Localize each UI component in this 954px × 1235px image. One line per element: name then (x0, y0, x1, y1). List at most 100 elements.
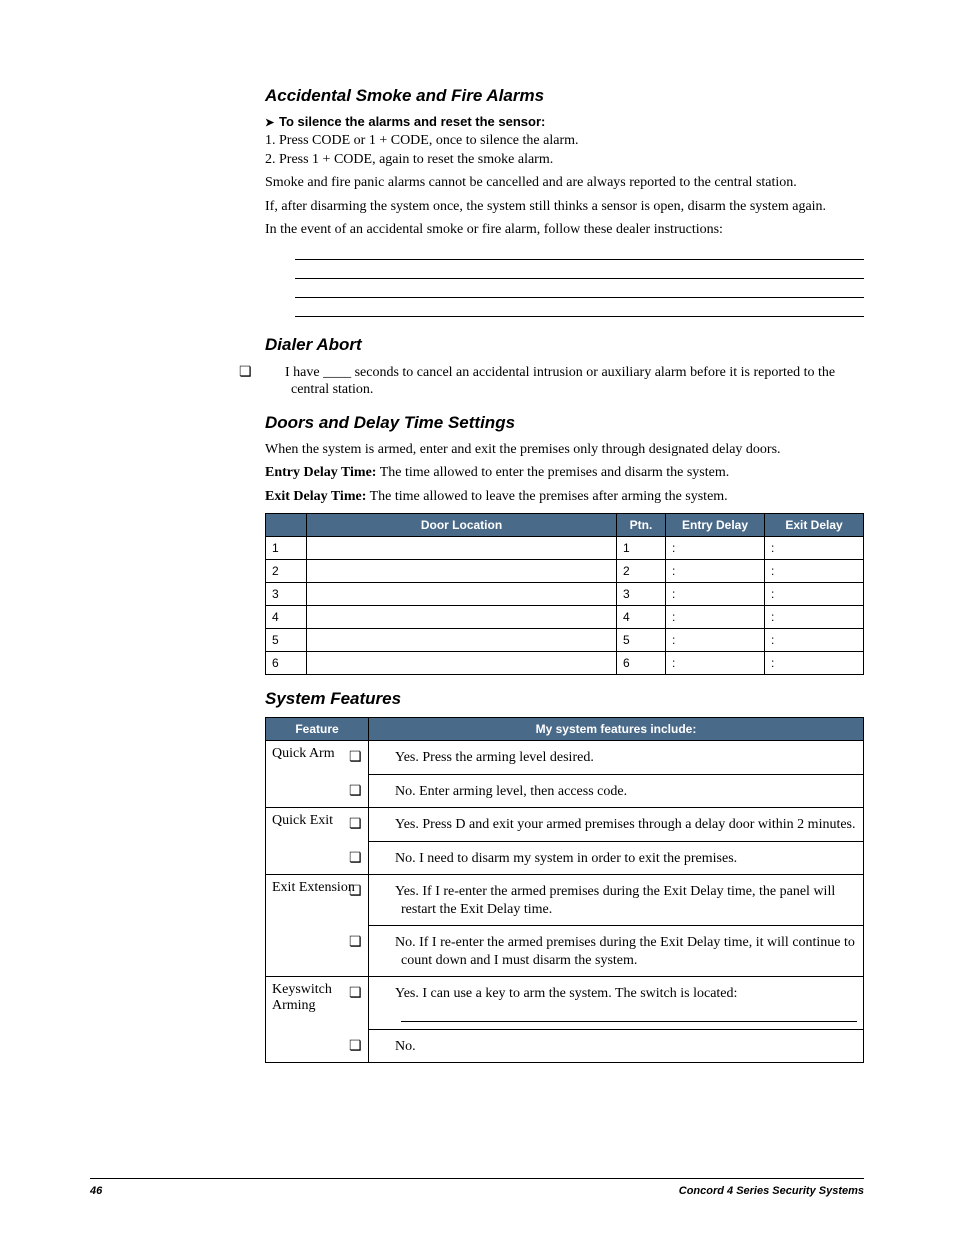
entry-delay-cell[interactable]: : (666, 537, 765, 560)
entry-delay-cell[interactable]: : (666, 560, 765, 583)
table-row: 3 3 : : (266, 583, 864, 606)
th-entry-delay: Entry Delay (666, 514, 765, 537)
exit-delay-text: The time allowed to leave the premises a… (366, 489, 727, 504)
para-dealer-instructions: In the event of an accidental smoke or f… (265, 221, 864, 239)
exit-delay-cell[interactable]: : (765, 652, 864, 675)
dialer-abort-text: I have ____ seconds to cancel an acciden… (285, 365, 835, 398)
footer-title: Concord 4 Series Security Systems (679, 1185, 864, 1197)
arrow-icon (265, 114, 279, 129)
table-row: 4 4 : : (266, 606, 864, 629)
th-door-location: Door Location (307, 514, 617, 537)
fill-line[interactable] (295, 283, 864, 298)
exit-delay-cell[interactable]: : (765, 629, 864, 652)
door-location-cell[interactable] (307, 629, 617, 652)
row-num: 2 (266, 560, 307, 583)
checkbox-icon[interactable]: ❏ (375, 984, 395, 1002)
option-text: Yes. If I re-enter the armed premises du… (395, 884, 835, 917)
page-footer: 46 Concord 4 Series Security Systems (90, 1178, 864, 1197)
door-location-cell[interactable] (307, 537, 617, 560)
para-entry-delay: Entry Delay Time: The time allowed to en… (265, 464, 864, 482)
subhead-text: To silence the alarms and reset the sens… (279, 114, 545, 129)
ptn-cell: 5 (617, 629, 666, 652)
exit-delay-cell[interactable]: : (765, 537, 864, 560)
feature-option: ❏Yes. Press the arming level desired. (369, 741, 864, 775)
ptn-cell: 4 (617, 606, 666, 629)
table-row: 5 5 : : (266, 629, 864, 652)
exit-delay-cell[interactable]: : (765, 606, 864, 629)
th-feature: Feature (266, 718, 369, 741)
table-row: 2 2 : : (266, 560, 864, 583)
checkbox-icon[interactable]: ❏ (375, 933, 395, 951)
door-location-cell[interactable] (307, 560, 617, 583)
door-location-cell[interactable] (307, 606, 617, 629)
para-doors-intro: When the system is armed, enter and exit… (265, 441, 864, 459)
option-text: Yes. I can use a key to arm the system. … (395, 986, 737, 1001)
option-text: Yes. Press the arming level desired. (395, 750, 594, 765)
fill-line[interactable] (295, 245, 864, 260)
table-row: Quick Exit ❏Yes. Press D and exit your a… (266, 808, 864, 842)
para-cannot-cancel: Smoke and fire panic alarms cannot be ca… (265, 174, 864, 192)
entry-delay-label: Entry Delay Time: (265, 465, 376, 480)
table-row: Keyswitch Arming ❏Yes. I can use a key t… (266, 977, 864, 1030)
subhead-silence: To silence the alarms and reset the sens… (265, 114, 864, 129)
row-num: 6 (266, 652, 307, 675)
feature-option: ❏No. I need to disarm my system in order… (369, 841, 864, 875)
option-text: No. Enter arming level, then access code… (395, 784, 627, 799)
table-row: Exit Extension ❏Yes. If I re-enter the a… (266, 875, 864, 926)
feature-option: ❏Yes. If I re-enter the armed premises d… (369, 875, 864, 926)
page-number: 46 (90, 1185, 102, 1197)
heading-dialer-abort: Dialer Abort (265, 335, 864, 355)
heading-doors: Doors and Delay Time Settings (265, 413, 864, 433)
door-location-cell[interactable] (307, 583, 617, 606)
feature-option: ❏No. (369, 1029, 864, 1063)
checkbox-icon[interactable]: ❏ (375, 815, 395, 833)
fill-line[interactable] (295, 302, 864, 317)
door-location-cell[interactable] (307, 652, 617, 675)
table-row: Quick Arm ❏Yes. Press the arming level d… (266, 741, 864, 775)
th-exit-delay: Exit Delay (765, 514, 864, 537)
para-disarm-again: If, after disarming the system once, the… (265, 198, 864, 216)
th-include: My system features include: (369, 718, 864, 741)
table-row: 6 6 : : (266, 652, 864, 675)
fill-line[interactable] (401, 1009, 857, 1022)
step-2: 2. Press 1 + CODE, again to reset the sm… (265, 152, 864, 168)
features-table: Feature My system features include: Quic… (265, 717, 864, 1063)
option-text: Yes. Press D and exit your armed premise… (395, 817, 856, 832)
checkbox-icon[interactable]: ❏ (375, 1037, 395, 1055)
dialer-abort-option: ❏I have ____ seconds to cancel an accide… (265, 363, 864, 399)
exit-delay-cell[interactable]: : (765, 583, 864, 606)
row-num: 3 (266, 583, 307, 606)
feature-option: ❏No. If I re-enter the armed premises du… (369, 926, 864, 977)
exit-delay-label: Exit Delay Time: (265, 489, 366, 504)
option-text: No. If I re-enter the armed premises dur… (395, 935, 855, 968)
heading-system-features: System Features (265, 689, 864, 709)
feature-option: ❏No. Enter arming level, then access cod… (369, 774, 864, 808)
row-num: 1 (266, 537, 307, 560)
table-row: 1 1 : : (266, 537, 864, 560)
ptn-cell: 1 (617, 537, 666, 560)
step-1: 1. Press CODE or 1 + CODE, once to silen… (265, 133, 864, 149)
fill-line[interactable] (295, 264, 864, 279)
checkbox-icon[interactable]: ❏ (375, 882, 395, 900)
th-ptn: Ptn. (617, 514, 666, 537)
option-text: No. I need to disarm my system in order … (395, 851, 737, 866)
checkbox-icon[interactable]: ❏ (375, 748, 395, 766)
th-blank (266, 514, 307, 537)
entry-delay-cell[interactable]: : (666, 629, 765, 652)
entry-delay-cell[interactable]: : (666, 652, 765, 675)
row-num: 4 (266, 606, 307, 629)
delay-table: Door Location Ptn. Entry Delay Exit Dela… (265, 513, 864, 675)
entry-delay-text: The time allowed to enter the premises a… (376, 465, 729, 480)
checkbox-icon[interactable]: ❏ (265, 363, 285, 381)
ptn-cell: 3 (617, 583, 666, 606)
feature-option: ❏Yes. I can use a key to arm the system.… (369, 977, 864, 1030)
entry-delay-cell[interactable]: : (666, 606, 765, 629)
heading-accidental: Accidental Smoke and Fire Alarms (265, 86, 864, 106)
ptn-cell: 6 (617, 652, 666, 675)
ptn-cell: 2 (617, 560, 666, 583)
checkbox-icon[interactable]: ❏ (375, 849, 395, 867)
option-text: No. (395, 1039, 416, 1054)
exit-delay-cell[interactable]: : (765, 560, 864, 583)
entry-delay-cell[interactable]: : (666, 583, 765, 606)
checkbox-icon[interactable]: ❏ (375, 782, 395, 800)
